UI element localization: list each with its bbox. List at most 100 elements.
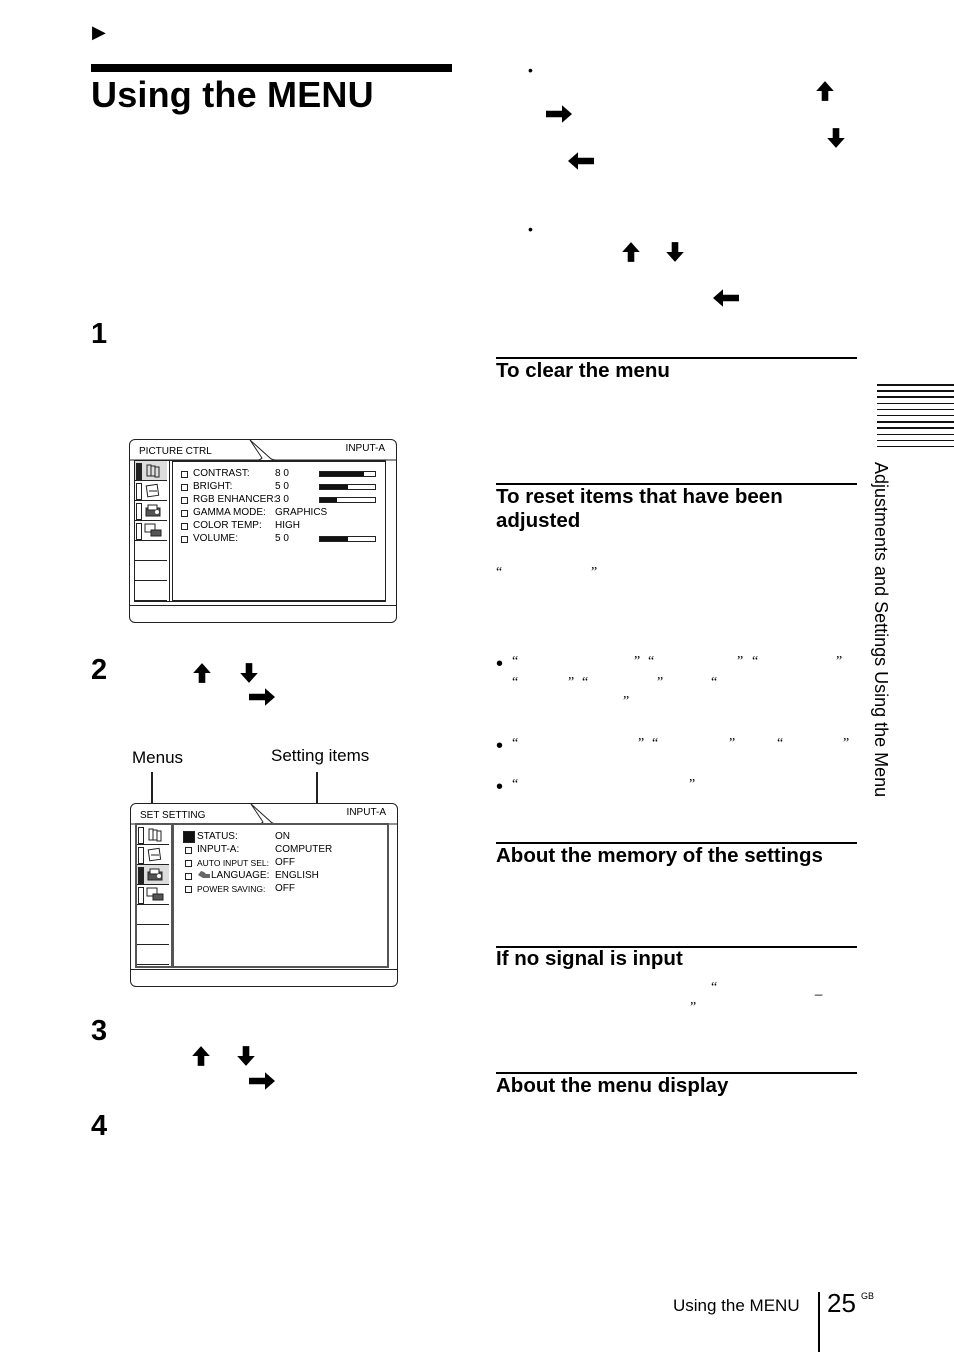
setting-item[interactable]: STATUS: ON <box>183 831 385 843</box>
setting-item[interactable]: GAMMA MODE: GRAPHICS <box>181 507 381 519</box>
menu-name: SET SETTING <box>140 810 206 821</box>
item-value: COMPUTER <box>275 844 333 855</box>
setting-item[interactable]: INPUT-A: COMPUTER <box>185 844 385 856</box>
level-bar[interactable] <box>319 536 376 542</box>
open-quote: “ <box>512 736 519 751</box>
picture-ctrl-icon <box>144 463 162 478</box>
arrow-down-icon <box>664 241 686 263</box>
step-2-number: 2 <box>91 654 108 686</box>
menu-tab[interactable] <box>135 541 167 561</box>
step-4-number: 4 <box>91 1110 108 1142</box>
menu-tab[interactable] <box>137 925 169 945</box>
menu-tab[interactable] <box>135 521 167 541</box>
arrow-left-icon <box>567 150 595 172</box>
side-tab-label: Adjustments and Settings Using the Menu <box>870 462 891 862</box>
level-bar[interactable] <box>319 471 376 477</box>
arrow-right-icon <box>545 103 573 125</box>
tab-indicator <box>138 887 144 904</box>
setting-item[interactable]: AUTO INPUT SEL: OFF <box>185 857 385 869</box>
level-bar[interactable] <box>319 484 376 490</box>
close-quote: ” <box>689 777 696 792</box>
menu-tab[interactable] <box>137 905 169 925</box>
page-number: 25 <box>827 1288 856 1318</box>
setting-item[interactable]: VOLUME: 5 0 <box>181 533 381 545</box>
step-3-number: 3 <box>91 1015 108 1047</box>
tab-indicator <box>136 503 142 520</box>
arrow-up-icon <box>190 1045 212 1067</box>
menu-tab[interactable] <box>135 461 167 481</box>
picture-ctrl-icon <box>146 827 164 842</box>
item-marker <box>185 847 192 854</box>
setting-item[interactable]: BRIGHT: 5 0 <box>181 481 381 493</box>
open-quote: “ <box>752 654 759 669</box>
item-marker <box>181 536 188 543</box>
side-tab-stripes <box>877 384 954 450</box>
setting-item[interactable]: RGB ENHANCER: 3 0 <box>181 494 381 506</box>
menu-tab[interactable] <box>135 561 167 581</box>
close-quote: ” <box>836 654 843 669</box>
level-bar-fill <box>320 485 348 489</box>
arrow-down-icon <box>235 1045 257 1067</box>
close-quote: ” <box>729 736 736 751</box>
bullet: • <box>496 776 504 798</box>
item-value: 8 0 <box>275 468 289 479</box>
close-quote: ” <box>690 1000 697 1015</box>
region-code: GB <box>861 1291 875 1301</box>
open-quote: “ <box>496 565 503 580</box>
heading-no-signal: If no signal is input <box>496 947 683 970</box>
menu-tab[interactable] <box>137 845 169 865</box>
level-bar[interactable] <box>319 497 376 503</box>
open-quote: “ <box>512 675 519 690</box>
set-setting-icon <box>146 867 164 882</box>
open-quote: “ <box>711 980 718 995</box>
setting-item[interactable]: COLOR TEMP: HIGH <box>181 520 381 532</box>
close-quote: ” <box>634 654 641 669</box>
arrow-left-icon <box>712 287 740 309</box>
item-value: HIGH <box>275 520 300 531</box>
item-marker <box>185 860 192 867</box>
setting-item[interactable]: POWER SAVING: OFF <box>185 883 385 895</box>
menu-tab[interactable] <box>135 481 167 501</box>
close-quote: ” <box>843 736 850 751</box>
heading-clear-menu: To clear the menu <box>496 359 670 382</box>
level-bar-fill <box>320 537 348 541</box>
page-title: Using the MENU <box>91 74 374 115</box>
item-label: STATUS: <box>197 831 238 842</box>
item-label: INPUT-A: <box>197 844 240 855</box>
menu-panel: STATUS: ON INPUT-A: COMPUTER AUTO INPUT SEL:… <box>135 823 389 968</box>
open-quote: “ <box>777 736 784 751</box>
item-marker <box>181 484 188 491</box>
heading-memory-settings: About the memory of the settings <box>496 844 823 867</box>
item-value: OFF <box>275 883 295 894</box>
menu-tab[interactable] <box>137 865 169 885</box>
close-quote: ” <box>638 736 645 751</box>
open-quote: “ <box>512 777 519 792</box>
input-indicator: INPUT-A <box>346 807 386 818</box>
menu-tab[interactable] <box>135 501 167 521</box>
item-value: GRAPHICS <box>275 507 328 518</box>
tab-indicator <box>138 847 144 864</box>
tab-indicator <box>136 483 142 500</box>
tab-indicator <box>138 827 144 844</box>
title-rule <box>91 64 452 72</box>
picture-ctrl-menu-screen: PICTURE CTRL INPUT-A CONTRAST: 8 0 BRIGHT:… <box>129 439 397 623</box>
menu-tab[interactable] <box>137 825 169 845</box>
item-label: GAMMA MODE: <box>193 507 266 518</box>
setting-item[interactable]: CONTRAST: 8 0 <box>181 468 381 480</box>
side-tab-text: Adjustments and Settings Using the Menu <box>871 462 891 798</box>
open-quote: “ <box>711 675 718 690</box>
item-label: COLOR TEMP: <box>193 520 262 531</box>
arrow-down-icon <box>238 662 260 684</box>
menu-tab[interactable] <box>137 885 169 905</box>
menu-tab[interactable] <box>135 581 167 601</box>
menu-name: PICTURE CTRL <box>139 446 212 457</box>
footer-separator <box>818 1292 820 1352</box>
open-quote: “ <box>648 654 655 669</box>
tab-indicator <box>136 463 142 480</box>
set-setting-menu-screen: SET SETTING INPUT-A STATUS: ON INPUT-A: COM… <box>130 803 398 987</box>
item-label: BRIGHT: <box>193 481 233 492</box>
level-bar-fill <box>320 498 337 502</box>
setting-item[interactable]: LANGUAGE: ENGLISH <box>185 870 385 882</box>
item-value: 5 0 <box>275 481 289 492</box>
menu-tab[interactable] <box>137 945 169 965</box>
